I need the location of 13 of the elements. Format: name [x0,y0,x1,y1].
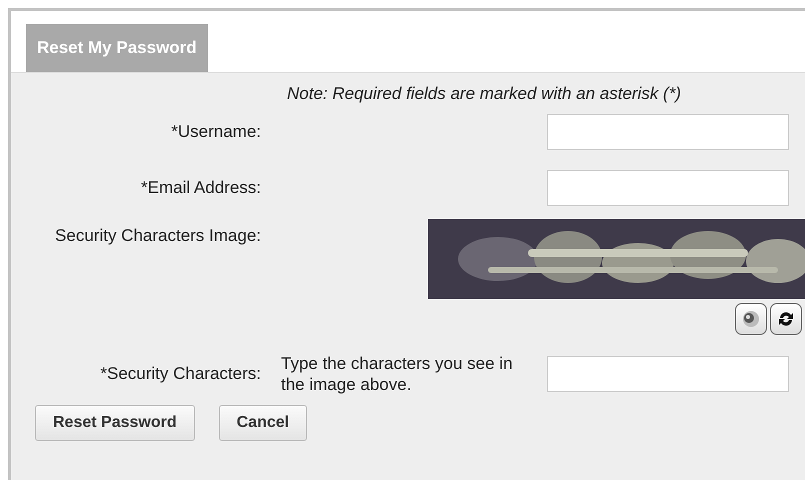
field-label: *Email Address: [140,177,261,200]
field-hint: Type the characters you see in the image above. [281,353,514,395]
field-label: *Username: [170,121,261,144]
field-label: *Security Characters: [99,363,261,386]
cancel-button[interactable]: Cancel [218,405,308,441]
refresh-button[interactable] [770,303,802,335]
required-note: Note: Required fields are marked with an asterisk (*) [287,84,681,103]
audio-button[interactable] [735,303,767,335]
input-field[interactable] [547,356,789,392]
input-field[interactable] [547,114,789,150]
reset-password-button[interactable]: Reset Password [35,405,195,441]
field-label: Security Characters Image: [54,225,261,247]
input-field[interactable] [547,170,789,206]
